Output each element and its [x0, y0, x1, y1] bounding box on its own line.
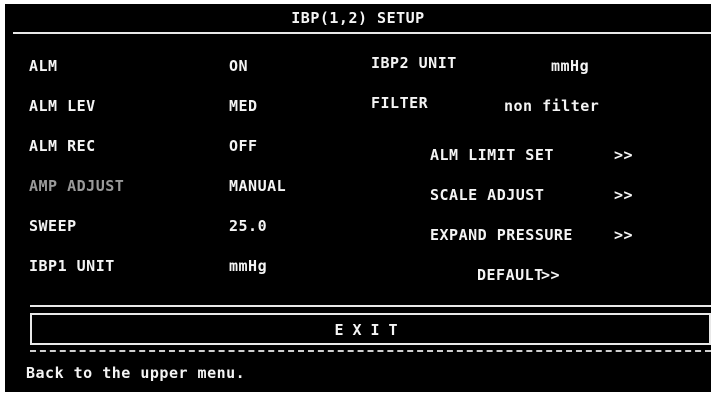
ibp1-unit-label: IBP1 UNIT: [29, 257, 115, 275]
alm-limit-set-button[interactable]: ALM LIMIT SET: [430, 146, 554, 164]
filter-label: FILTER: [371, 94, 429, 112]
title-divider: [13, 32, 711, 34]
exit-label: EXIT: [334, 321, 407, 339]
alm-rec-label: ALM REC: [29, 137, 96, 155]
scale-adjust-label: SCALE ADJUST: [430, 186, 545, 204]
alm-lev-label: ALM LEV: [29, 97, 96, 115]
alm-value[interactable]: ON: [229, 57, 248, 75]
status-divider: [30, 350, 711, 352]
default-arrow-icon: >>: [541, 266, 561, 284]
scale-adjust-button[interactable]: SCALE ADJUST: [430, 186, 544, 204]
ibp1-unit-value[interactable]: mmHg: [229, 257, 267, 275]
status-text: Back to the upper menu.: [26, 364, 246, 382]
default-button[interactable]: DEFAULT: [477, 266, 544, 284]
expand-pressure-label: EXPAND PRESSURE: [430, 226, 573, 244]
filter-value[interactable]: non filter: [504, 97, 599, 115]
amp-adjust-label: AMP ADJUST: [29, 177, 125, 195]
scale-adjust-arrow-icon: >>: [614, 186, 634, 204]
alm-limit-set-label: ALM LIMIT SET: [430, 146, 554, 164]
exit-button[interactable]: EXIT: [30, 313, 711, 345]
default-label: DEFAULT: [477, 266, 544, 284]
ibp2-unit-label: IBP2 UNIT: [371, 54, 457, 72]
ibp2-unit-value[interactable]: mmHg: [551, 57, 589, 75]
expand-pressure-arrow-icon: >>: [614, 226, 634, 244]
ibp-setup-screen: IBP(1,2) SETUP ALM ON ALM LEV MED ALM RE…: [5, 4, 711, 392]
exit-divider: [30, 305, 711, 307]
expand-pressure-button[interactable]: EXPAND PRESSURE: [430, 226, 573, 244]
alm-rec-value[interactable]: OFF: [229, 137, 258, 155]
sweep-label: SWEEP: [29, 217, 77, 235]
screen-title: IBP(1,2) SETUP: [291, 9, 425, 27]
alm-label: ALM: [29, 57, 58, 75]
alm-lev-value[interactable]: MED: [229, 97, 258, 115]
amp-adjust-value[interactable]: MANUAL: [229, 177, 286, 195]
sweep-value[interactable]: 25.0: [229, 217, 267, 235]
alm-limit-set-arrow-icon: >>: [614, 146, 634, 164]
